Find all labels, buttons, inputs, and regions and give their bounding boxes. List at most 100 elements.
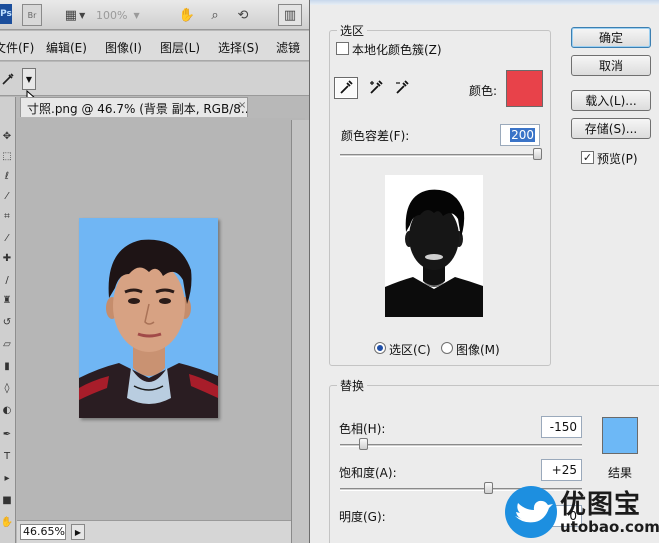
check-icon: ✓	[582, 151, 593, 164]
arrange-documents-button[interactable]: ▥	[278, 4, 302, 26]
marquee-tool-icon[interactable]: ⬚	[0, 149, 14, 163]
close-icon[interactable]: ×	[238, 100, 246, 111]
menu-edit[interactable]: 编辑(E)	[46, 39, 87, 56]
hand-icon: ✋	[178, 7, 196, 23]
zoom-level-select[interactable]: 100% ▼	[96, 6, 158, 24]
fuzziness-slider-thumb[interactable]	[533, 148, 542, 160]
photoshop-logo: Ps	[0, 4, 12, 24]
quick-select-tool-icon[interactable]: ⁄	[0, 189, 14, 203]
tool-preset-picker[interactable]: ▼	[22, 68, 36, 90]
save-button[interactable]: 存储(S)...	[571, 118, 651, 139]
eyedropper-tool-icon[interactable]: ⁄	[0, 231, 14, 245]
menu-image[interactable]: 图像(I)	[105, 39, 142, 56]
document-tab[interactable]: 寸照.png @ 46.7% (背景 副本, RGB/8...	[20, 97, 248, 117]
dodge-tool-icon[interactable]: ◐	[0, 403, 14, 417]
view-image-radio[interactable]	[441, 342, 453, 354]
preview-label: 预览(P)	[597, 152, 638, 166]
application-bar: Ps Br ▦ ▼ 100% ▼ ✋ ⌕ ⟲ ▥	[0, 0, 310, 30]
fuzziness-label: 颜色容差(F):	[341, 129, 410, 143]
path-select-icon[interactable]: ▸	[0, 471, 14, 485]
preview-checkbox[interactable]: ✓	[581, 151, 594, 164]
status-menu-button[interactable]: ▶	[71, 524, 85, 540]
hue-input[interactable]: -150	[541, 416, 582, 438]
status-bar: 46.65% ▶	[17, 520, 305, 543]
view-selection-radio[interactable]	[374, 342, 386, 354]
fuzziness-input[interactable]: 200	[500, 124, 540, 146]
eyedropper-icon	[338, 79, 354, 98]
stamp-tool-icon[interactable]: ♜	[0, 293, 14, 307]
view-extras-button[interactable]: ▦ ▼	[58, 4, 92, 26]
saturation-input[interactable]: +25	[541, 459, 582, 481]
dialog-title-strip	[310, 0, 659, 5]
chevron-down-icon: ▼	[25, 74, 33, 84]
chevron-right-icon: ▶	[74, 527, 82, 537]
pen-tool-icon[interactable]: ✒	[0, 427, 14, 441]
view-selection-label: 选区(C)	[389, 343, 431, 357]
status-zoom-field[interactable]: 46.65%	[20, 524, 66, 540]
add-to-sample-button[interactable]	[364, 77, 388, 99]
hand-tool-button[interactable]: ✋	[176, 4, 198, 26]
selection-group-title: 选区	[337, 22, 368, 39]
lightness-label: 明度(G):	[339, 510, 386, 524]
eyedropper-icon	[0, 68, 16, 90]
zoom-tool-button[interactable]: ⌕	[204, 4, 226, 26]
fuzziness-slider-track[interactable]	[340, 154, 542, 157]
menu-filter[interactable]: 滤镜	[276, 39, 300, 56]
hand-tool-icon[interactable]: ✋	[0, 515, 14, 529]
selected-color-swatch[interactable]	[506, 70, 543, 107]
rotate-view-button[interactable]: ⟲	[232, 4, 254, 26]
utobao-watermark: 优图宝 utobao.com	[500, 482, 659, 543]
panels-dock	[291, 120, 311, 543]
move-tool-icon[interactable]: ✥	[0, 129, 14, 143]
menu-select[interactable]: 选择(S)	[218, 39, 259, 56]
color-label: 颜色:	[469, 84, 498, 98]
document-tab-title: 寸照.png @ 46.7% (背景 副本, RGB/8...	[27, 102, 248, 116]
result-color-swatch[interactable]	[602, 417, 638, 454]
view-image-label: 图像(M)	[456, 343, 500, 357]
subtract-from-sample-button[interactable]	[390, 77, 414, 99]
eyedropper-plus-icon	[368, 79, 384, 98]
watermark-title: 优图宝	[560, 490, 642, 520]
healing-tool-icon[interactable]: ✚	[0, 251, 14, 265]
watermark-url: utobao.com	[560, 518, 659, 536]
type-tool-icon[interactable]: T	[0, 449, 14, 463]
menu-bar: 文件(F) 编辑(E) 图像(I) 图层(L) 选择(S) 滤镜	[0, 31, 310, 61]
gradient-tool-icon[interactable]: ▮	[0, 359, 14, 373]
eyedropper-button[interactable]	[334, 77, 358, 99]
crop-tool-icon[interactable]: ⌗	[0, 209, 14, 223]
tools-panel: ✥ ⬚ ℓ ⁄ ⌗ ⁄ ✚ / ♜ ↺ ▱ ▮ ◊ ◐ ✒ T ▸ ■ ✋	[0, 97, 16, 543]
layout-icon: ▥	[283, 7, 297, 23]
eyedropper-minus-icon	[394, 79, 410, 98]
replacement-group-title: 替换	[337, 377, 368, 394]
result-label: 结果	[608, 466, 633, 480]
saturation-slider-thumb[interactable]	[484, 482, 494, 494]
load-button[interactable]: 载入(L)...	[571, 90, 651, 111]
hue-label: 色相(H):	[339, 422, 386, 436]
blur-tool-icon[interactable]: ◊	[0, 381, 14, 395]
zoom-icon: ⌕	[211, 7, 219, 23]
chevron-down-icon: ▼	[133, 10, 140, 20]
menu-layer[interactable]: 图层(L)	[160, 39, 200, 56]
hue-slider-track[interactable]	[340, 444, 582, 447]
saturation-label: 饱和度(A):	[339, 466, 397, 480]
ok-button[interactable]: 确定	[571, 27, 651, 48]
cancel-button[interactable]: 取消	[571, 55, 651, 76]
lasso-tool-icon[interactable]: ℓ	[0, 169, 14, 183]
menu-file[interactable]: 文件(F)	[0, 39, 34, 56]
launch-bridge-button[interactable]: Br	[22, 4, 42, 26]
shape-tool-icon[interactable]: ■	[0, 493, 14, 507]
localized-color-clusters-checkbox[interactable]	[336, 42, 349, 55]
history-brush-icon[interactable]: ↺	[0, 315, 14, 329]
grid-icon: ▦	[64, 7, 78, 23]
portrait-photo	[79, 218, 218, 418]
replace-color-dialog: 选区 本地化颜色簇(Z) 颜色: 颜色容差(F): 200 选区(C) 图像(M…	[309, 0, 659, 543]
brush-tool-icon[interactable]: /	[0, 273, 14, 287]
localized-color-clusters-label: 本地化颜色簇(Z)	[352, 43, 442, 57]
chevron-down-icon: ▼	[79, 10, 86, 20]
selection-mask-preview	[385, 175, 483, 317]
eraser-tool-icon[interactable]: ▱	[0, 337, 14, 351]
rotate-icon: ⟲	[237, 7, 249, 23]
bird-logo-icon	[505, 486, 557, 538]
hue-slider-thumb[interactable]	[358, 438, 368, 450]
options-bar: ▼	[0, 62, 310, 106]
